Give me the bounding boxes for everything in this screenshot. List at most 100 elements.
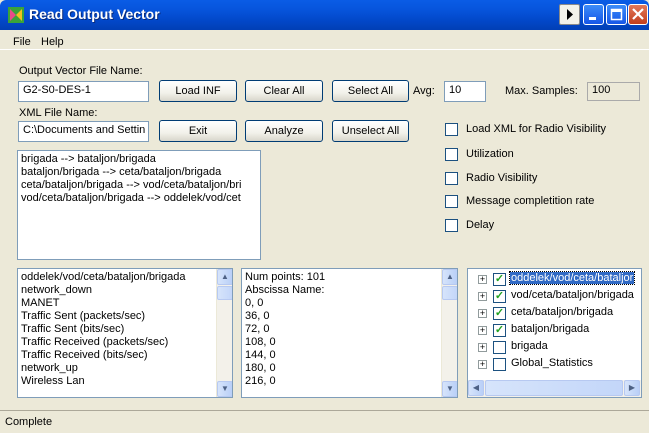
- list-item[interactable]: brigada --> bataljon/brigada: [21, 153, 257, 166]
- stats-scrollbar[interactable]: ▲ ▼: [216, 269, 232, 397]
- menu-bar: [0, 30, 649, 50]
- tree-item[interactable]: + Global_Statistics: [468, 356, 641, 373]
- status-text: Complete: [5, 416, 53, 428]
- tree-label: ceta/bataljon/brigada: [511, 306, 614, 318]
- expand-icon[interactable]: +: [478, 343, 487, 352]
- stats-listbox[interactable]: oddelek/vod/ceta/bataljon/brigada networ…: [17, 268, 233, 398]
- expand-icon[interactable]: +: [478, 326, 487, 335]
- tree-item[interactable]: + ✓ vod/ceta/bataljon/brigada: [468, 288, 641, 305]
- utilization-label: Utilization: [466, 148, 514, 160]
- tree-checkbox[interactable]: ✓: [493, 273, 506, 286]
- tree-item[interactable]: + brigada: [468, 339, 641, 356]
- output-vector-input[interactable]: G2-S0-DES-1: [18, 81, 149, 102]
- tree-checkbox[interactable]: [493, 358, 506, 371]
- list-item[interactable]: ceta/bataljon/brigada --> vod/ceta/batal…: [21, 179, 257, 192]
- expand-icon[interactable]: +: [478, 309, 487, 318]
- radio-visibility-label: Radio Visibility: [466, 172, 538, 184]
- paths-listbox[interactable]: brigada --> bataljon/brigada bataljon/br…: [17, 150, 261, 260]
- tree-label: bataljon/brigada: [511, 323, 590, 335]
- series-tree[interactable]: + ✓ oddelek/vod/ceta/bataljor + ✓ vod/ce…: [467, 268, 642, 398]
- scroll-down-icon[interactable]: ▼: [442, 381, 457, 397]
- avg-input[interactable]: 10: [444, 81, 486, 102]
- minimize-button[interactable]: [583, 4, 604, 25]
- load-xml-checkbox[interactable]: [445, 123, 458, 136]
- tree-item[interactable]: + ✓ oddelek/vod/ceta/bataljor: [468, 271, 641, 288]
- points-scrollbar[interactable]: ▲ ▼: [441, 269, 457, 397]
- tree-item[interactable]: + ✓ ceta/bataljon/brigada: [468, 305, 641, 322]
- list-item[interactable]: 0, 0: [245, 297, 440, 310]
- tree-checkbox[interactable]: [493, 341, 506, 354]
- tree-item[interactable]: + ✓ bataljon/brigada: [468, 322, 641, 339]
- exit-button[interactable]: Exit: [159, 120, 237, 142]
- message-completion-checkbox[interactable]: [445, 195, 458, 208]
- list-item[interactable]: 180, 0: [245, 362, 440, 375]
- output-vector-label: Output Vector File Name:: [19, 65, 143, 77]
- app-icon: [8, 7, 24, 23]
- delay-label: Delay: [466, 219, 495, 231]
- tree-checkbox[interactable]: ✓: [493, 324, 506, 337]
- max-samples-value: 100: [587, 82, 640, 101]
- expand-icon[interactable]: +: [478, 275, 487, 284]
- scroll-down-icon[interactable]: ▼: [217, 381, 232, 397]
- maximize-button[interactable]: [606, 4, 627, 25]
- menu-file[interactable]: File: [13, 36, 31, 48]
- list-item[interactable]: MANET: [21, 297, 216, 310]
- close-button[interactable]: [628, 4, 648, 25]
- tree-label: Global_Statistics: [511, 357, 593, 369]
- radio-visibility-checkbox[interactable]: [445, 172, 458, 185]
- close-icon: [632, 8, 644, 20]
- list-item[interactable]: 108, 0: [245, 336, 440, 349]
- list-item[interactable]: Wireless Lan: [21, 375, 216, 388]
- list-item[interactable]: Traffic Sent (packets/sec): [21, 310, 216, 323]
- list-item[interactable]: 72, 0: [245, 323, 440, 336]
- expand-icon[interactable]: +: [478, 292, 487, 301]
- scroll-left-icon[interactable]: ◀: [468, 380, 484, 396]
- status-bar: [0, 410, 649, 433]
- tree-checkbox[interactable]: ✓: [493, 290, 506, 303]
- list-item[interactable]: Traffic Received (packets/sec): [21, 336, 216, 349]
- list-item[interactable]: network_up: [21, 362, 216, 375]
- scroll-thumb[interactable]: [217, 286, 232, 300]
- list-item[interactable]: Traffic Received (bits/sec): [21, 349, 216, 362]
- scroll-right-icon[interactable]: ▶: [624, 380, 640, 396]
- avg-label: Avg:: [413, 85, 435, 97]
- utilization-checkbox[interactable]: [445, 148, 458, 161]
- play-button[interactable]: [559, 4, 580, 25]
- message-completion-label: Message completition rate: [466, 195, 595, 207]
- load-xml-label: Load XML for Radio Visibility: [466, 123, 607, 135]
- scroll-thumb[interactable]: [442, 286, 457, 300]
- list-item[interactable]: Num points: 101: [245, 271, 440, 284]
- menu-help[interactable]: Help: [41, 36, 64, 48]
- tree-hscrollbar[interactable]: ◀ ▶: [468, 380, 641, 397]
- select-all-button[interactable]: Select All: [332, 80, 409, 102]
- tree-checkbox[interactable]: ✓: [493, 307, 506, 320]
- maximize-icon: [610, 8, 623, 21]
- xml-file-label: XML File Name:: [19, 107, 98, 119]
- clear-all-button[interactable]: Clear All: [245, 80, 323, 102]
- minimize-icon: [589, 17, 596, 20]
- list-item[interactable]: network_down: [21, 284, 216, 297]
- list-item[interactable]: bataljon/brigada --> ceta/bataljon/briga…: [21, 166, 257, 179]
- list-item[interactable]: vod/ceta/bataljon/brigada --> oddelek/vo…: [21, 192, 257, 205]
- list-item[interactable]: 144, 0: [245, 349, 440, 362]
- window-title: Read Output Vector: [29, 6, 160, 22]
- scroll-thumb[interactable]: [485, 380, 623, 396]
- list-item[interactable]: 216, 0: [245, 375, 440, 388]
- list-item[interactable]: oddelek/vod/ceta/bataljon/brigada: [21, 271, 216, 284]
- scroll-up-icon[interactable]: ▲: [442, 269, 457, 285]
- list-item[interactable]: Abscissa Name:: [245, 284, 440, 297]
- load-inf-button[interactable]: Load INF: [159, 80, 237, 102]
- analyze-button[interactable]: Analyze: [245, 120, 323, 142]
- unselect-all-button[interactable]: Unselect All: [332, 120, 409, 142]
- list-item[interactable]: Traffic Sent (bits/sec): [21, 323, 216, 336]
- xml-file-input[interactable]: C:\Documents and Settin: [18, 121, 149, 142]
- points-listbox[interactable]: Num points: 101 Abscissa Name: 0, 0 36, …: [241, 268, 458, 398]
- list-item[interactable]: 36, 0: [245, 310, 440, 323]
- tree-label: vod/ceta/bataljon/brigada: [511, 289, 634, 301]
- scroll-up-icon[interactable]: ▲: [217, 269, 232, 285]
- expand-icon[interactable]: +: [478, 360, 487, 369]
- tree-label: oddelek/vod/ceta/bataljor: [508, 271, 636, 285]
- delay-checkbox[interactable]: [445, 219, 458, 232]
- play-icon: [567, 9, 573, 20]
- max-samples-label: Max. Samples:: [505, 85, 578, 97]
